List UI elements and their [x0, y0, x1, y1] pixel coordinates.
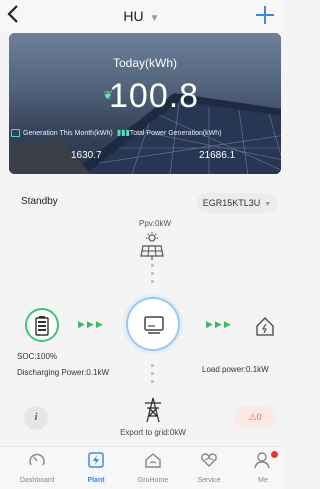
- solar-panel-icon: [140, 232, 164, 260]
- calendar-icon: [11, 129, 20, 137]
- nav-grohome[interactable]: GroHome: [128, 451, 178, 484]
- alarm-count: 0: [256, 412, 262, 422]
- grid-flow-dots: [151, 364, 154, 388]
- caret-down-icon: ▼: [264, 201, 272, 208]
- today-label: Today(kWh): [112, 56, 177, 70]
- nav-label: GroHome: [137, 477, 169, 484]
- total-label: Total Power Generation(kWh): [129, 129, 222, 137]
- nav-label: Me: [258, 477, 268, 484]
- month-value: 1630.7: [71, 150, 102, 161]
- nav-dashboard[interactable]: Dashboard: [12, 451, 62, 484]
- status-text: Standby: [21, 196, 58, 207]
- home-load-icon: [256, 317, 274, 336]
- energy-hero-card: Today(kWh) ❦ 100.8 Generation This Month…: [9, 33, 281, 174]
- power-tower-icon: [145, 397, 161, 423]
- notification-dot: [271, 451, 278, 458]
- nav-label: Plant: [87, 477, 105, 484]
- discharging-label: Discharging Power:0.1kW: [17, 368, 110, 377]
- device-selector[interactable]: EGR15KTL3U ▼: [197, 193, 277, 213]
- export-label: Export to grid:0kW: [120, 428, 186, 437]
- nav-label: Service: [197, 477, 221, 484]
- info-icon[interactable]: i: [24, 406, 48, 430]
- page-title: HU: [123, 8, 144, 24]
- pv-flow-dots: [151, 264, 154, 288]
- total-value: 21686.1: [199, 150, 236, 161]
- nav-plant[interactable]: Plant: [71, 451, 121, 484]
- plus-icon[interactable]: [255, 1, 277, 27]
- user-icon: [254, 452, 270, 469]
- nav-me[interactable]: Me: [238, 451, 288, 484]
- nav-label: Dashboard: [19, 477, 55, 484]
- alarm-icon: ⚠: [248, 412, 257, 422]
- bar-chart-icon: ▮▮▮: [116, 128, 130, 137]
- inverter-node[interactable]: [126, 297, 180, 351]
- home-icon: [145, 453, 161, 468]
- device-name: EGR15KTL3U: [202, 198, 261, 208]
- bottom-nav: Dashboard Plant GroHome Service Me: [0, 446, 283, 489]
- plant-selector[interactable]: HU ▼: [0, 8, 283, 24]
- today-value: 100.8: [109, 77, 200, 115]
- battery-node[interactable]: [25, 308, 59, 342]
- plant-icon: [88, 452, 104, 468]
- alarm-button[interactable]: ⚠0: [234, 406, 276, 428]
- load-flow-arrows: ▶▶▶: [206, 319, 233, 329]
- month-label: Generation This Month(kWh): [23, 129, 113, 137]
- dashboard-icon: [29, 453, 45, 466]
- caret-down-icon: ▼: [149, 13, 160, 24]
- service-icon: [201, 453, 217, 467]
- stats-labels: Generation This Month(kWh) ▮▮▮Total Powe…: [11, 129, 279, 143]
- battery-flow-arrows: ▶▶▶: [78, 319, 105, 329]
- nav-service[interactable]: Service: [184, 451, 234, 484]
- top-bar: HU ▼: [0, 0, 283, 32]
- ppv-label: Ppv:0kW: [138, 219, 171, 228]
- soc-label: SOC:100%: [17, 352, 58, 361]
- inverter-icon: [144, 316, 164, 334]
- load-label: Load power:0.1kW: [202, 365, 269, 374]
- battery-icon: [35, 316, 49, 336]
- app-screen: HU ▼ Today(kWh) ❦ 100.8 Generation This …: [0, 0, 283, 489]
